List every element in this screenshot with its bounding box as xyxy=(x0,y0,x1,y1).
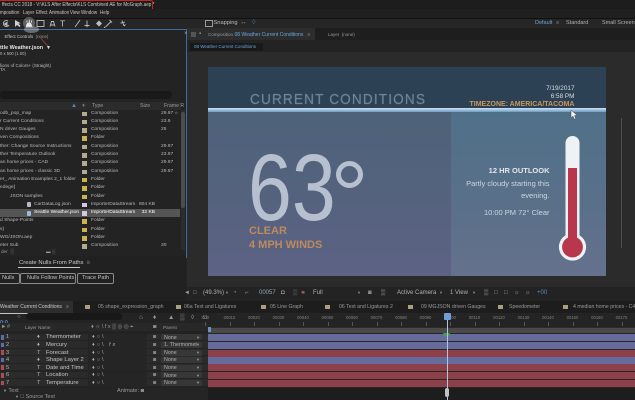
svg-text:T: T xyxy=(60,18,65,28)
